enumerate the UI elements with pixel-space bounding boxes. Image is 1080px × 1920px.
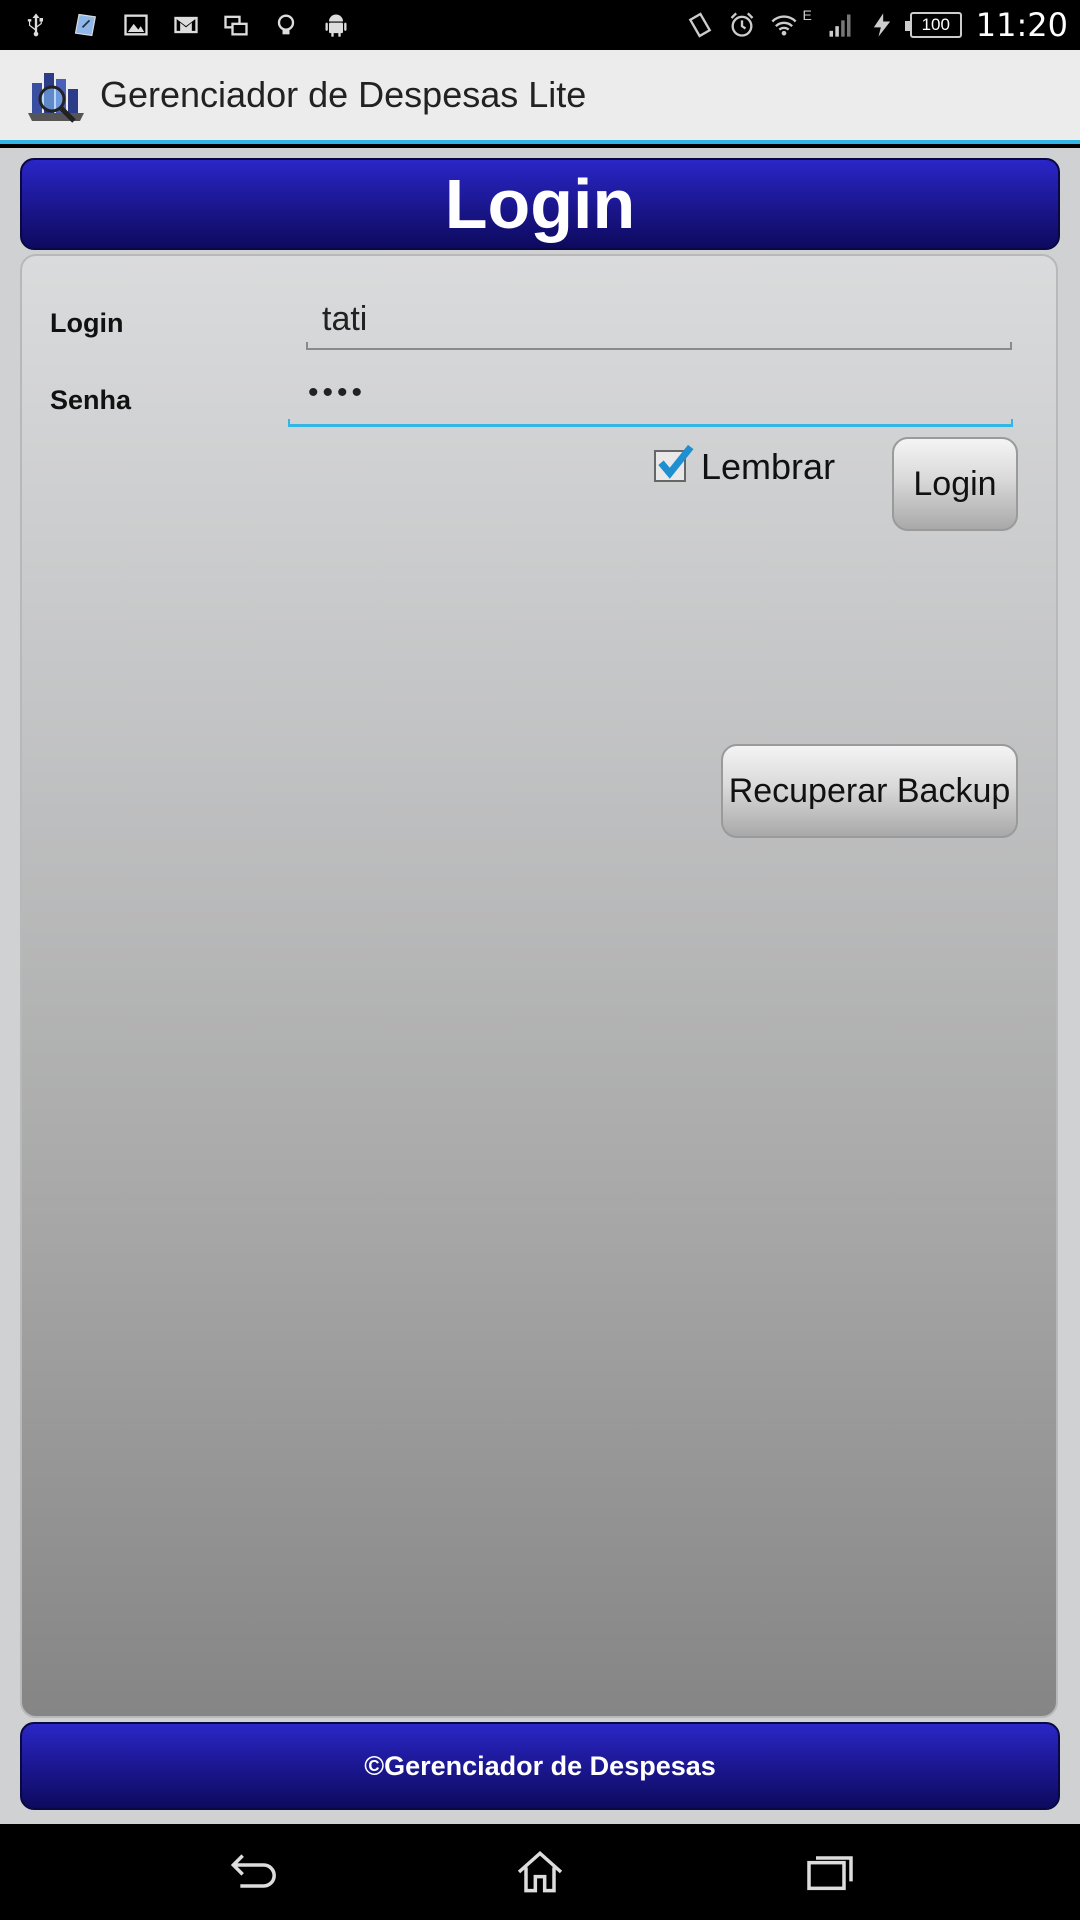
app-logo-icon (24, 63, 88, 127)
password-input[interactable]: •••• (308, 376, 366, 410)
password-input-underline (288, 419, 1013, 427)
remember-label[interactable]: Lembrar (701, 446, 835, 488)
action-bar: Gerenciador de Despesas Lite (0, 50, 1080, 144)
android-icon (322, 11, 350, 39)
gmail-icon (172, 11, 200, 39)
login-input-underline (306, 342, 1012, 350)
login-input[interactable]: tati (322, 300, 367, 339)
remember-checkbox[interactable] (654, 444, 694, 482)
alarm-icon (728, 11, 756, 39)
status-clock: 11:20 (975, 6, 1068, 44)
signal-icon (826, 11, 854, 39)
usb-icon (22, 11, 50, 39)
vibrate-icon (686, 11, 714, 39)
page-title: Login (20, 158, 1060, 250)
password-label: Senha (50, 385, 132, 415)
checkmark-icon (658, 444, 694, 479)
login-button[interactable]: Login (892, 437, 1018, 531)
screen-mirror-icon (222, 11, 250, 39)
nav-bar (0, 1824, 1080, 1920)
footer-copyright: ©Gerenciador de Despesas (20, 1722, 1060, 1810)
charging-icon (868, 11, 896, 39)
image-icon (122, 11, 150, 39)
back-icon[interactable] (222, 1842, 282, 1902)
login-label: Login (50, 308, 124, 338)
wifi-icon (770, 11, 798, 39)
bulb-icon (272, 11, 300, 39)
status-bar: E 100 11:20 (0, 0, 1080, 50)
notepad-icon (72, 11, 100, 39)
recover-backup-button[interactable]: Recuperar Backup (721, 744, 1018, 838)
recent-apps-icon[interactable] (800, 1842, 860, 1902)
network-type: E (802, 7, 812, 23)
app-title: Gerenciador de Despesas Lite (100, 74, 587, 115)
battery-indicator: 100 (904, 12, 962, 38)
home-icon[interactable] (510, 1842, 570, 1902)
